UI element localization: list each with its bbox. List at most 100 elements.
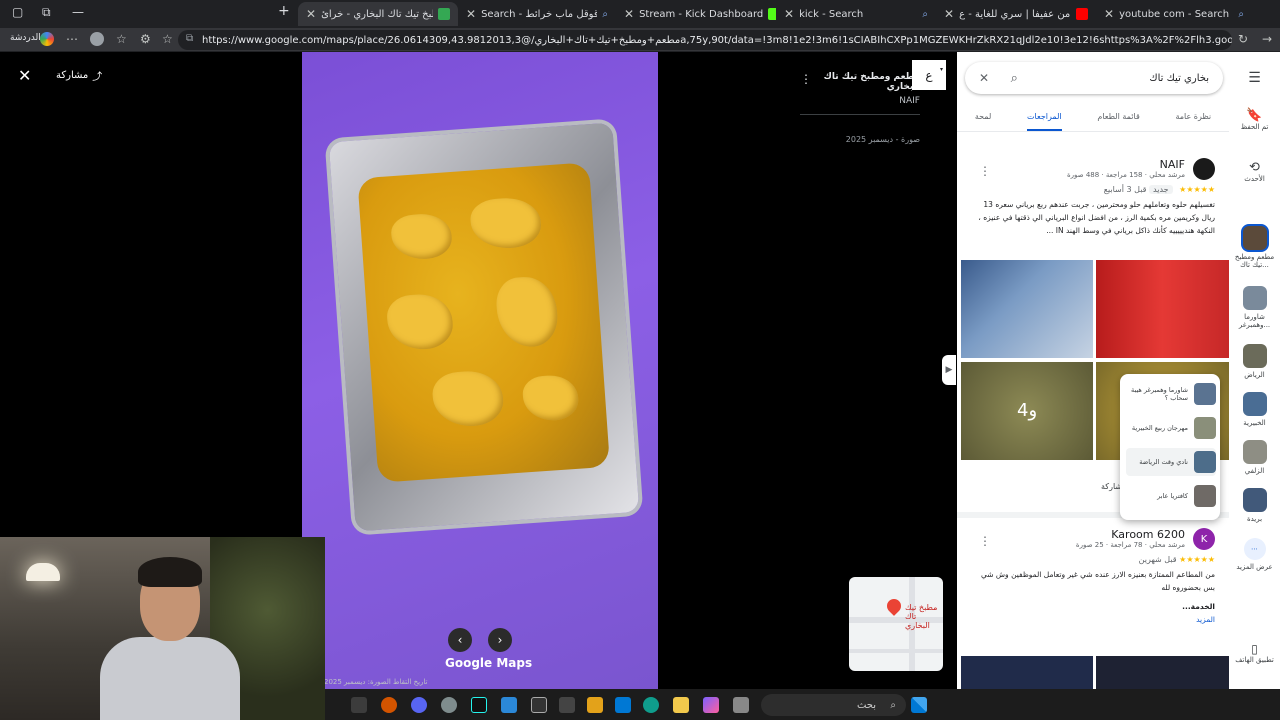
rail-label: الأحدث <box>1244 175 1265 183</box>
recent-place-item[interactable]: نادي وقت الرياضة <box>1126 448 1216 476</box>
tiktok-app-icon[interactable] <box>471 697 487 713</box>
extensions-icon[interactable]: ⚙ <box>140 32 151 46</box>
collapse-panel-button[interactable]: ▶ <box>942 355 956 385</box>
rail-get-app[interactable]: ▯ تطبيق الهاتف <box>1229 642 1280 664</box>
menu-icon[interactable]: ☰ <box>1229 70 1280 86</box>
browser-toolbar: الدردشة ⋯ ☆ ⚙ ☆ ⧉ https://www.google.com… <box>0 28 1280 52</box>
star-rating: ★★★★★ <box>1179 555 1215 564</box>
tab-title: youtube com - Search <box>1119 8 1230 20</box>
app-icon[interactable] <box>381 697 397 713</box>
restore-icon[interactable]: ⧉ <box>42 5 51 20</box>
settings-app-icon[interactable] <box>441 697 457 713</box>
search-box[interactable]: ✕ ⌕ بخاري تيك تاك <box>965 62 1223 94</box>
close-tab-icon[interactable]: ✕ <box>624 7 634 21</box>
rail-place[interactable]: الزلفي <box>1229 440 1280 475</box>
foil-tray <box>328 122 640 532</box>
review-photo[interactable] <box>1096 656 1229 689</box>
close-tab-icon[interactable]: ✕ <box>1104 7 1114 21</box>
rail-place[interactable]: بريدة <box>1229 488 1280 523</box>
reviewer-name[interactable]: NAIF <box>971 158 1185 171</box>
search-input[interactable]: بخاري تيك تاك <box>1149 73 1209 84</box>
obs-app-icon[interactable] <box>559 697 575 713</box>
back-icon[interactable]: → <box>1262 32 1272 46</box>
more-icon[interactable]: ⋯ <box>66 32 78 46</box>
taskbar-search[interactable]: بحث ⌕ <box>761 694 906 716</box>
tab-youtube-search[interactable]: ✕ youtube com - Search ⌕ <box>1096 2 1252 26</box>
poster-place: مطعم ومطبخ تيك تاك البخاري <box>823 72 920 92</box>
reviewer-avatar[interactable] <box>1193 158 1215 180</box>
app-icon[interactable] <box>501 697 517 713</box>
rail-place[interactable]: الخبيرية <box>1229 392 1280 427</box>
new-tab-button[interactable]: + <box>278 3 290 19</box>
tab-reviews[interactable]: المراجعات <box>1027 106 1062 131</box>
close-tab-icon[interactable]: ✕ <box>466 7 476 21</box>
review-photo[interactable] <box>961 260 1093 358</box>
poster-name[interactable]: NAIF <box>800 96 920 106</box>
review-photo[interactable] <box>961 656 1093 689</box>
food-photo[interactable] <box>302 52 658 689</box>
next-photo-button[interactable]: › <box>488 628 512 652</box>
app-icon[interactable] <box>733 697 749 713</box>
tab-title: Stream - Kick Dashboard <box>639 8 764 20</box>
outlook-app-icon[interactable] <box>615 697 631 713</box>
file-explorer-icon[interactable] <box>673 697 689 713</box>
reviewer-name[interactable]: Karoom 6200 <box>971 528 1185 541</box>
mini-map[interactable]: مطبخ تيك تاك البخاري <box>849 577 943 671</box>
ctrl-app-icon[interactable] <box>531 697 547 713</box>
store-app-icon[interactable] <box>587 697 603 713</box>
rail-label: شاورما وهمبرغر... <box>1238 313 1271 329</box>
tab-kick-search[interactable]: ✕ kick - Search ⌕ <box>776 2 936 26</box>
reload-icon[interactable]: ↻ <box>1238 32 1248 46</box>
reviewer-meta: مرشد محلي · 158 مراجعة · 488 صورة <box>1067 171 1185 179</box>
review-menu-icon[interactable]: ⋮ <box>979 534 991 548</box>
reviewer-avatar[interactable]: K <box>1193 528 1215 550</box>
recent-place-item[interactable]: مهرجان ربيع الخبيرية <box>1126 414 1216 442</box>
prev-photo-button[interactable]: ‹ <box>448 628 472 652</box>
tab-menu[interactable]: قائمة الطعام <box>1097 106 1139 131</box>
share-partial-label[interactable]: شاركة <box>1101 482 1122 491</box>
copilot-label[interactable]: الدردشة <box>10 33 41 43</box>
review-photo[interactable] <box>1096 260 1229 358</box>
review-menu-icon[interactable]: ⋮ <box>979 164 991 178</box>
copilot-icon[interactable] <box>40 32 54 46</box>
tab-youtube-video[interactable]: ✕ بريطاني من عفيفا | سري للغاية - ع <box>936 2 1096 26</box>
minimize-icon[interactable]: — <box>72 5 84 19</box>
review-photo[interactable]: و4 <box>961 362 1093 460</box>
address-bar[interactable]: ⧉ https://www.google.com/maps/place/مطعم… <box>178 30 1232 50</box>
add-favorite-icon[interactable]: ☆ <box>162 32 173 46</box>
bookmark-icon: 🔖 <box>1246 108 1263 123</box>
recent-place-item[interactable]: كافتريا عابر <box>1126 482 1216 510</box>
rail-place[interactable]: شاورما وهمبرغر... <box>1229 286 1280 329</box>
tab-search-maps[interactable]: ✕ Search - قوقل ماب خرائط ⌕ <box>458 2 616 26</box>
window-menu-icon[interactable]: ▢ <box>12 5 23 19</box>
close-tab-icon[interactable]: ✕ <box>944 7 954 21</box>
favorites-icon[interactable]: ☆ <box>116 32 127 46</box>
rail-saved[interactable]: 🔖 تم الحفظ <box>1229 108 1280 131</box>
tab-maps-place[interactable]: ✕ مطعم ومطبخ تيك تاك البخاري - خرائ <box>298 2 458 26</box>
rail-place[interactable]: الرياض <box>1229 344 1280 379</box>
edge-app-icon[interactable] <box>643 697 659 713</box>
poster-avatar[interactable]: ع ▾ <box>912 60 946 90</box>
recent-place-label: شاورما وهمبرغر هيبة سحاب ؟ <box>1131 386 1188 402</box>
tab-photos[interactable]: لمحة <box>975 106 992 131</box>
recent-place-item[interactable]: شاورما وهمبرغر هيبة سحاب ؟ <box>1126 380 1216 408</box>
search-icon[interactable]: ⌕ <box>1011 71 1018 86</box>
read-more-link[interactable]: المزيد <box>971 613 1215 626</box>
share-button[interactable]: مشاركة ⤴ <box>56 68 102 83</box>
google-maps-watermark: Google Maps <box>445 656 533 670</box>
rail-show-more[interactable]: ⋯ عرض المزيد <box>1229 538 1280 571</box>
clear-search-icon[interactable]: ✕ <box>979 71 989 85</box>
rail-place[interactable]: مطعم ومطبخ تيك تاك... <box>1229 226 1280 269</box>
tab-actions-icon[interactable]: ⧉ <box>186 33 193 44</box>
profile-avatar-icon[interactable] <box>90 32 104 46</box>
discord-app-icon[interactable] <box>411 697 427 713</box>
copilot-app-icon[interactable] <box>703 697 719 713</box>
start-icon[interactable] <box>911 697 927 713</box>
rail-recent[interactable]: ⟲ الأحدث <box>1229 160 1280 183</box>
tab-kick-dashboard[interactable]: ✕ Stream - Kick Dashboard <box>616 2 776 26</box>
close-tab-icon[interactable]: ✕ <box>306 7 316 21</box>
terminal-app-icon[interactable] <box>351 697 367 713</box>
close-viewer-icon[interactable]: ✕ <box>18 66 31 85</box>
tab-overview[interactable]: نظرة عامة <box>1175 106 1211 131</box>
close-tab-icon[interactable]: ✕ <box>784 7 794 21</box>
